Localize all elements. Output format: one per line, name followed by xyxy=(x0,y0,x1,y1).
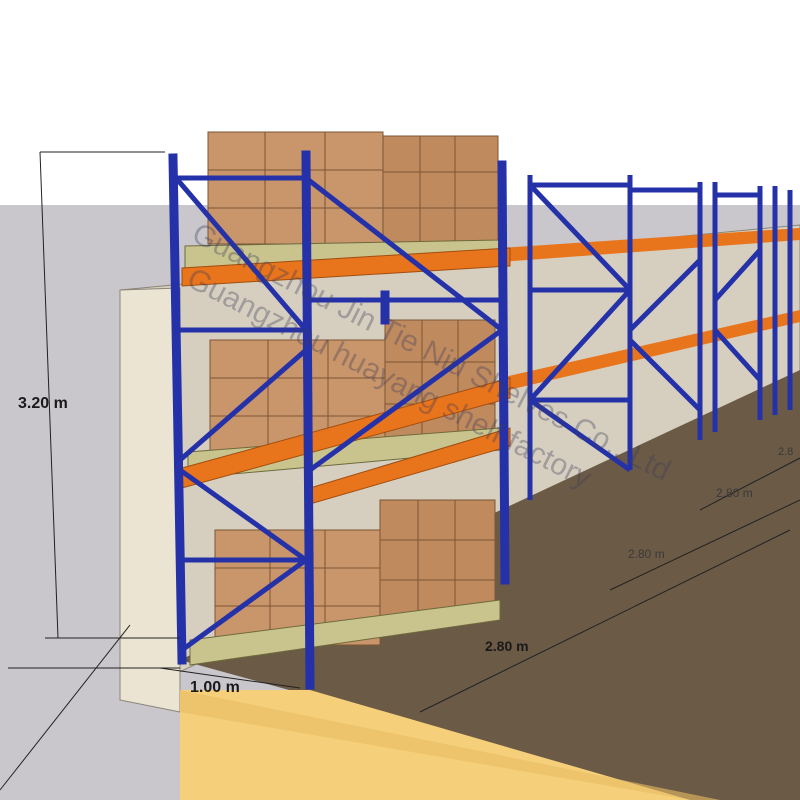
rack-diagram: 3.20 m 1.00 m 2.80 m 2.80 m 2.80 m 2.8 G… xyxy=(0,0,800,800)
depth-label: 1.00 m xyxy=(190,679,240,696)
carton-stack-top-left xyxy=(207,131,384,245)
bay-width-label-4: 2.8 xyxy=(778,446,793,458)
carton-stack-top-right xyxy=(382,135,499,245)
rack-scene: 3.20 m 1.00 m 2.80 m 2.80 m 2.80 m 2.8 G… xyxy=(0,0,800,800)
carton-stack-low-right xyxy=(379,499,496,621)
bay-width-label-2: 2.80 m xyxy=(628,547,665,561)
bay-width-label: 2.80 m xyxy=(485,638,529,654)
height-label: 3.20 m xyxy=(18,395,68,412)
wall-end xyxy=(119,287,181,713)
bay-width-label-3: 2.80 m xyxy=(716,486,753,500)
